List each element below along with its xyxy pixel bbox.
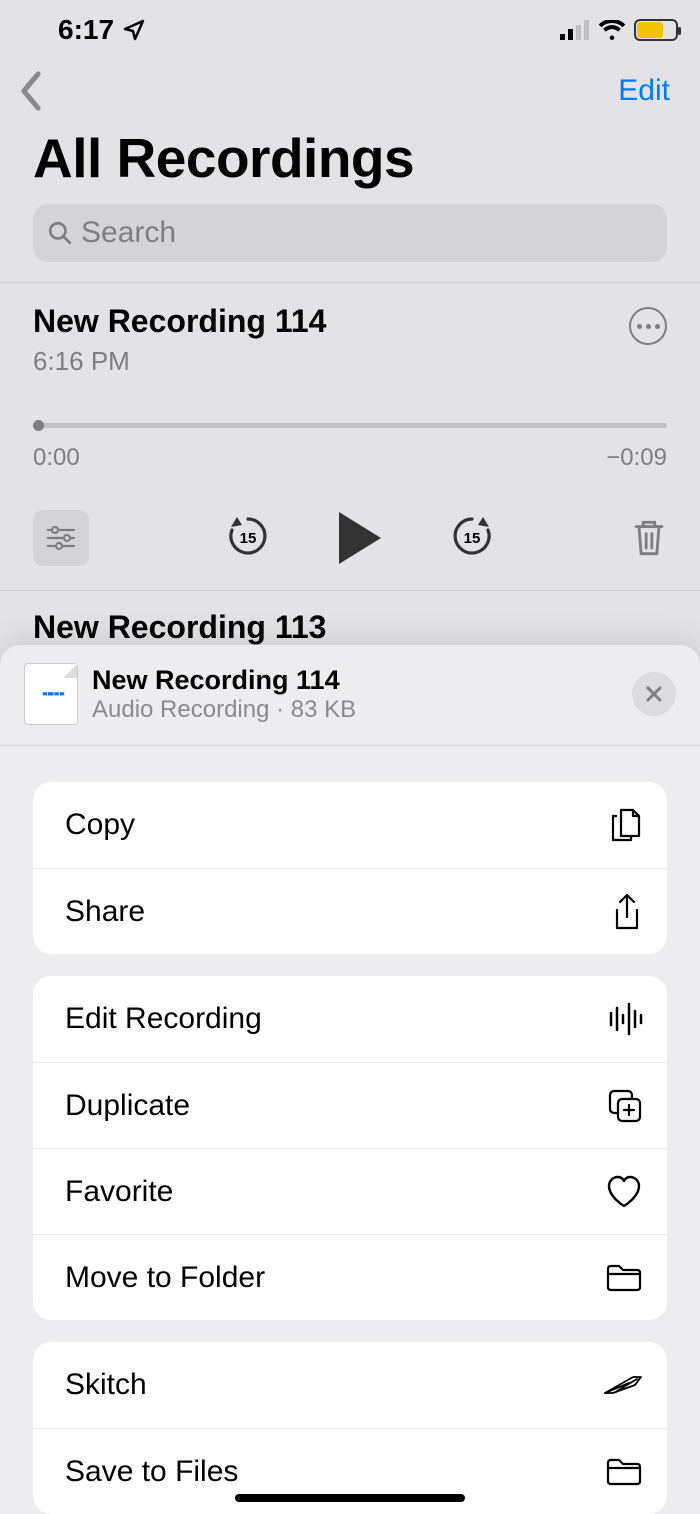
remaining-time: −0:09: [606, 444, 667, 472]
playback-options-button[interactable]: [33, 510, 89, 566]
copy-row[interactable]: Copy: [33, 782, 667, 868]
edit-recording-row[interactable]: Edit Recording: [33, 976, 667, 1062]
search-icon: [47, 220, 73, 246]
delete-button[interactable]: [631, 518, 667, 558]
menu-label: Duplicate: [65, 1089, 190, 1123]
wifi-icon: [598, 20, 626, 40]
menu-label: Save to Files: [65, 1455, 238, 1489]
search-placeholder: Search: [81, 216, 176, 250]
menu-group: Skitch Save to Files: [33, 1342, 667, 1514]
close-icon: [645, 685, 663, 703]
folder-icon: [605, 1457, 643, 1487]
favorite-row[interactable]: Favorite: [33, 1148, 667, 1234]
nav-bar: Edit: [0, 60, 700, 122]
share-row[interactable]: Share: [33, 868, 667, 954]
duplicate-row[interactable]: Duplicate: [33, 1062, 667, 1148]
back-button[interactable]: [18, 71, 44, 111]
clock-time: 6:17: [58, 14, 114, 46]
menu-label: Move to Folder: [65, 1261, 265, 1295]
skip-forward-button[interactable]: 15: [449, 513, 495, 564]
play-button[interactable]: [339, 512, 381, 564]
search-input[interactable]: Search: [33, 204, 667, 262]
menu-group: Edit Recording Duplicate Favorite Move t…: [33, 976, 667, 1320]
menu-label: Favorite: [65, 1175, 173, 1209]
recording-expanded: New Recording 114 6:16 PM 0:00 −0:09 15 …: [0, 283, 700, 590]
move-to-folder-row[interactable]: Move to Folder: [33, 1234, 667, 1320]
elapsed-time: 0:00: [33, 444, 80, 472]
playback-scrubber[interactable]: 0:00 −0:09: [33, 423, 667, 472]
menu-group: Copy Share: [33, 782, 667, 954]
edit-button[interactable]: Edit: [618, 74, 670, 108]
menu-label: Copy: [65, 808, 135, 842]
search-container: Search: [0, 204, 700, 282]
battery-icon: [634, 19, 678, 41]
location-icon: [122, 18, 146, 42]
skip-back-label: 15: [240, 530, 257, 547]
audio-file-icon: ╍╸╍: [24, 663, 78, 725]
feather-icon: [603, 1373, 643, 1397]
copy-icon: [609, 806, 643, 844]
menu-label: Skitch: [65, 1368, 147, 1402]
status-right-icons: [560, 19, 678, 41]
page-title: All Recordings: [0, 122, 700, 204]
status-time: 6:17: [58, 14, 146, 46]
sliders-icon: [46, 525, 76, 551]
menu-label: Share: [65, 895, 145, 929]
share-icon: [611, 892, 643, 932]
status-bar: 6:17: [0, 0, 700, 60]
more-options-button[interactable]: [629, 307, 667, 345]
skitch-row[interactable]: Skitch: [33, 1342, 667, 1428]
skip-forward-label: 15: [464, 530, 481, 547]
action-sheet: ╍╸╍ New Recording 114 Audio Recording · …: [0, 645, 700, 1514]
cellular-icon: [560, 20, 590, 40]
sheet-title: New Recording 114: [92, 665, 618, 696]
duplicate-icon: [607, 1088, 643, 1124]
waveform-icon: [607, 1002, 643, 1036]
menu-label: Edit Recording: [65, 1002, 262, 1036]
skip-back-button[interactable]: 15: [225, 513, 271, 564]
sheet-subtitle: Audio Recording · 83 KB: [92, 696, 618, 724]
home-indicator[interactable]: [235, 1494, 465, 1502]
sheet-body: Copy Share Edit Recording Duplicate Favo…: [0, 746, 700, 1514]
recording-title: New Recording 114: [33, 303, 326, 340]
close-sheet-button[interactable]: [632, 672, 676, 716]
heart-icon: [605, 1175, 643, 1209]
sheet-header: ╍╸╍ New Recording 114 Audio Recording · …: [0, 645, 700, 745]
recording-time: 6:16 PM: [33, 346, 326, 377]
recording-title: New Recording 113: [33, 609, 667, 646]
folder-icon: [605, 1263, 643, 1293]
